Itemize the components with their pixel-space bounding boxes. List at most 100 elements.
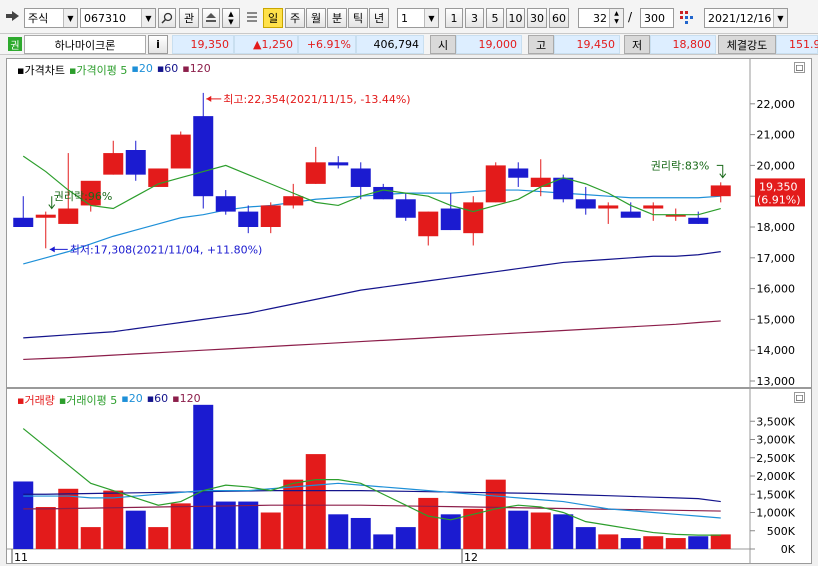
legend-item[interactable]: ▪가격차트 bbox=[17, 62, 65, 78]
high-label: 고 bbox=[528, 35, 554, 54]
volume-bar bbox=[485, 479, 506, 549]
period-button[interactable]: 틱 bbox=[348, 8, 368, 28]
chevron-down-icon: ▼ bbox=[773, 9, 787, 27]
volume-bar bbox=[170, 503, 191, 549]
volume-bar bbox=[620, 538, 641, 549]
gwan-button[interactable]: 관 bbox=[179, 8, 199, 28]
total-input[interactable]: 300 bbox=[640, 8, 674, 28]
candle-body bbox=[215, 196, 236, 212]
volume-bar bbox=[373, 534, 394, 549]
volume-chart-panel[interactable]: 3,500K 3,000K 2,500K 2,000K 1,500K 1,000K 500K… bbox=[6, 388, 812, 564]
volume-bar bbox=[305, 454, 326, 549]
candle-body bbox=[328, 162, 349, 166]
stock-name: 하나마이크론 bbox=[24, 35, 146, 54]
volume-ma60-line bbox=[23, 489, 721, 503]
quick-count-button[interactable]: 3 bbox=[465, 8, 484, 28]
maximize-icon[interactable]: □ bbox=[794, 392, 805, 403]
volume-bar bbox=[103, 490, 124, 549]
last-pct-label: (6.91%) bbox=[757, 193, 801, 206]
search-icon bbox=[161, 12, 173, 24]
candle-body bbox=[575, 199, 596, 209]
code-input[interactable]: 067310 ▼ bbox=[80, 8, 156, 28]
volume-bar bbox=[328, 514, 349, 549]
legend-item[interactable]: ▪60 bbox=[157, 62, 178, 78]
volume-bar bbox=[215, 501, 236, 549]
legend-item[interactable]: ▪20 bbox=[131, 62, 152, 78]
y-tick-label: 15,000 bbox=[757, 313, 796, 326]
rights-annotation-2: 권리락:83% bbox=[651, 159, 710, 172]
period-button[interactable]: 분 bbox=[327, 8, 347, 28]
date-picker[interactable]: 2021/12/16 ▼ bbox=[704, 8, 788, 28]
count-input[interactable]: 32 ▲ ▼ bbox=[578, 8, 624, 28]
volume-bar bbox=[148, 527, 169, 549]
upload-button[interactable] bbox=[202, 8, 220, 28]
count-separator: / bbox=[628, 10, 633, 24]
info-button[interactable]: i bbox=[148, 35, 168, 54]
y-tick-label: 20,000 bbox=[757, 159, 796, 172]
price-legend: ▪가격차트 ▪가격이평 5 ▪20 ▪60 ▪120 bbox=[17, 62, 211, 78]
legend-item[interactable]: ▪거래량 bbox=[17, 392, 55, 408]
legend-item[interactable]: ▪120 bbox=[182, 62, 210, 78]
candle-body bbox=[485, 165, 506, 203]
chevron-down-icon: ▼ bbox=[141, 9, 155, 27]
quick-count-button[interactable]: 60 bbox=[549, 8, 569, 28]
code-value: 067310 bbox=[84, 11, 126, 25]
legend-item[interactable]: ▪20 bbox=[121, 392, 142, 408]
volume-bar bbox=[508, 510, 529, 549]
grid-icon[interactable] bbox=[678, 9, 696, 27]
legend-item[interactable]: ▪60 bbox=[147, 392, 168, 408]
volume-chart[interactable]: 3,500K 3,000K 2,500K 2,000K 1,500K 1,000K 500K… bbox=[7, 389, 811, 563]
scroll-spinner[interactable]: ▲ ▼ bbox=[222, 8, 240, 28]
count-spinner[interactable]: ▲ ▼ bbox=[609, 9, 623, 27]
legend-item[interactable]: ▪거래이평 5 bbox=[59, 392, 117, 408]
candle-body bbox=[260, 205, 281, 227]
quick-count-button[interactable]: 1 bbox=[445, 8, 463, 28]
interval-select[interactable]: 1 ▼ bbox=[397, 8, 439, 28]
y-tick-label: 13,000 bbox=[757, 375, 796, 387]
quick-count-button[interactable]: 10 bbox=[506, 8, 525, 28]
menu-arrow-icon[interactable] bbox=[6, 10, 20, 22]
period-button[interactable]: 월 bbox=[306, 8, 326, 28]
current-price: 19,350 bbox=[172, 35, 234, 54]
quick-count-button[interactable]: 30 bbox=[527, 8, 547, 28]
candle-body bbox=[103, 153, 124, 175]
y-tick-label: 22,000 bbox=[757, 98, 796, 111]
eject-icon bbox=[206, 13, 216, 22]
y-tick-label: 3,500K bbox=[756, 415, 795, 428]
period-button[interactable]: 일 bbox=[263, 8, 283, 28]
price-chart-panel[interactable]: 22,00021,00020,00019,00018,00017,00016,0… bbox=[6, 58, 812, 388]
low-arrow-head bbox=[49, 246, 55, 253]
candle-body bbox=[508, 168, 529, 178]
maximize-icon[interactable]: □ bbox=[794, 62, 805, 73]
volume-bar bbox=[710, 534, 731, 549]
volume-bar bbox=[350, 517, 371, 549]
high-price: 19,450 bbox=[554, 35, 620, 54]
candle-body bbox=[688, 217, 709, 224]
volume-bar bbox=[58, 488, 79, 549]
strength-value: 151.9 bbox=[776, 35, 818, 54]
candle-body bbox=[238, 211, 259, 227]
market-select[interactable]: 주식 ▼ bbox=[24, 8, 78, 28]
chevron-down-icon: ▼ bbox=[424, 9, 438, 27]
legend-item[interactable]: ▪120 bbox=[172, 392, 200, 408]
price-chart[interactable]: 22,00021,00020,00019,00018,00017,00016,0… bbox=[7, 59, 811, 387]
price-ma120-line bbox=[23, 320, 721, 361]
date-value: 2021/12/16 bbox=[708, 11, 772, 25]
settings-icon[interactable] bbox=[245, 10, 259, 24]
open-price: 19,000 bbox=[456, 35, 522, 54]
volume-bar bbox=[260, 512, 281, 549]
volume-bar bbox=[665, 538, 686, 549]
candle-body bbox=[463, 202, 484, 234]
candle-body bbox=[373, 186, 394, 200]
legend-item[interactable]: ▪가격이평 5 bbox=[69, 62, 127, 78]
quick-count-button[interactable]: 5 bbox=[486, 8, 504, 28]
candle-body bbox=[350, 168, 371, 187]
chevron-down-icon: ▼ bbox=[63, 9, 77, 27]
period-button[interactable]: 주 bbox=[285, 8, 305, 28]
candle-body bbox=[58, 208, 79, 224]
search-button[interactable] bbox=[158, 8, 176, 28]
period-button[interactable]: 년 bbox=[369, 8, 389, 28]
gwan-label: 관 bbox=[183, 12, 195, 25]
total-value: 300 bbox=[644, 11, 665, 25]
volume-bar bbox=[688, 536, 709, 549]
